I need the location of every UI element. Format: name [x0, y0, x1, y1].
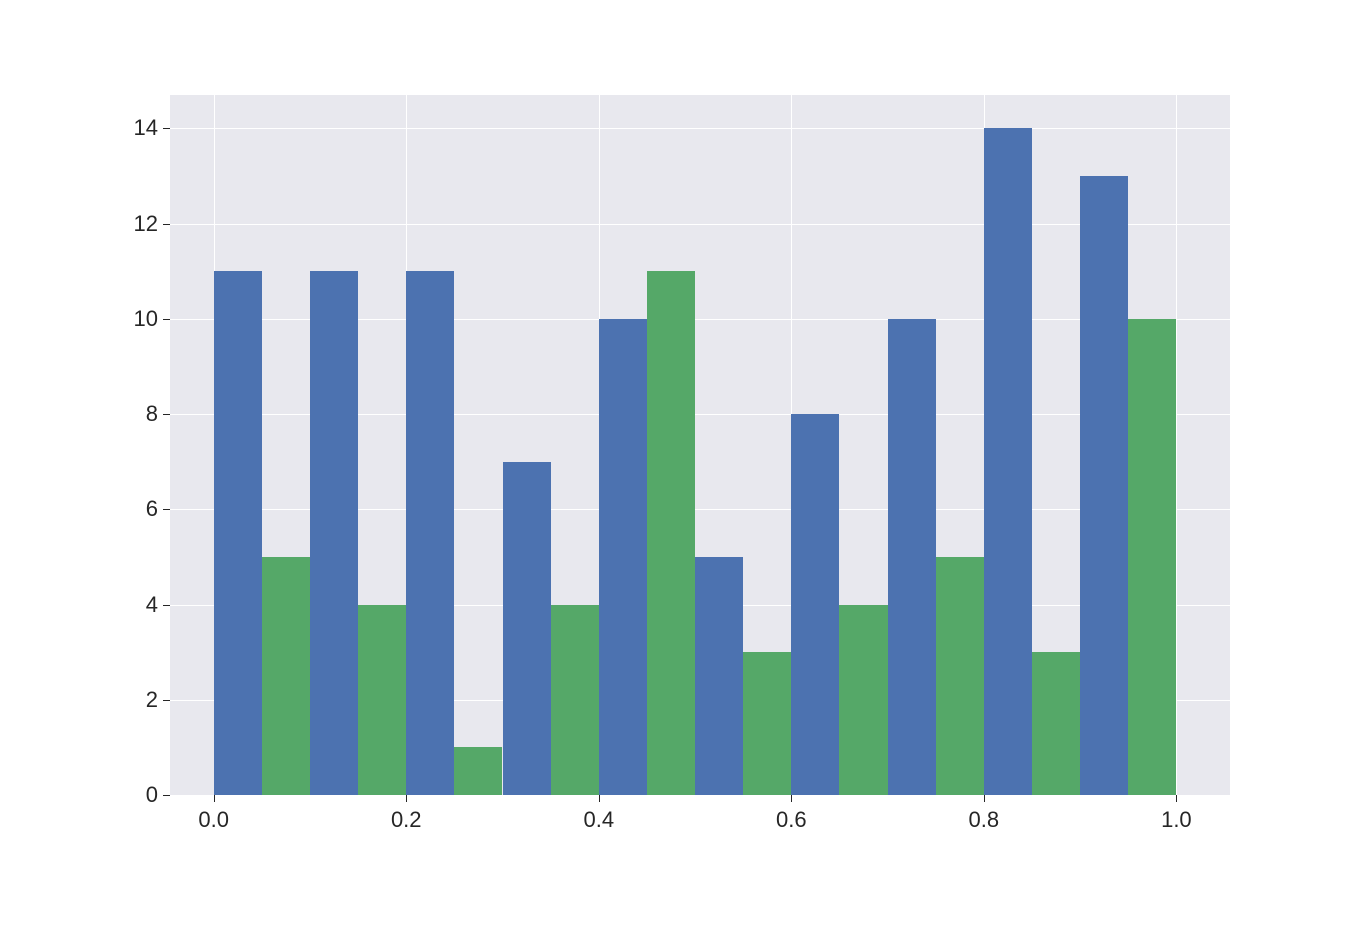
x-tick-label: 0.4: [583, 807, 614, 833]
bar-series1: [503, 462, 551, 795]
bar-series2: [743, 652, 791, 795]
x-tick-mark: [599, 795, 600, 802]
y-tick-mark: [163, 224, 170, 225]
x-tick-mark: [214, 795, 215, 802]
y-tick-mark: [163, 795, 170, 796]
chart-container: 024681012140.00.20.40.60.81.0: [170, 95, 1230, 795]
y-tick-label: 2: [146, 687, 158, 713]
y-tick-mark: [163, 319, 170, 320]
bar-series1: [214, 271, 262, 795]
bar-series1: [599, 319, 647, 795]
bar-series2: [551, 605, 599, 795]
y-tick-mark: [163, 414, 170, 415]
x-tick-mark: [984, 795, 985, 802]
x-tick-mark: [406, 795, 407, 802]
y-tick-label: 10: [134, 306, 158, 332]
y-tick-label: 0: [146, 782, 158, 808]
x-tick-label: 0.2: [391, 807, 422, 833]
y-tick-mark: [163, 605, 170, 606]
bar-series1: [1080, 176, 1128, 795]
bar-series1: [310, 271, 358, 795]
x-tick-mark: [791, 795, 792, 802]
x-tick-label: 0.8: [969, 807, 1000, 833]
bar-series1: [406, 271, 454, 795]
grid-line-h: [170, 224, 1230, 225]
y-tick-label: 14: [134, 115, 158, 141]
y-tick-label: 12: [134, 211, 158, 237]
bar-series2: [839, 605, 887, 795]
bar-series1: [791, 414, 839, 795]
y-tick-mark: [163, 700, 170, 701]
y-tick-label: 6: [146, 496, 158, 522]
x-tick-label: 0.0: [198, 807, 229, 833]
x-tick-label: 0.6: [776, 807, 807, 833]
y-tick-label: 8: [146, 401, 158, 427]
bar-series2: [1128, 319, 1176, 795]
x-tick-label: 1.0: [1161, 807, 1192, 833]
plot-area: 024681012140.00.20.40.60.81.0: [170, 95, 1230, 795]
y-tick-mark: [163, 128, 170, 129]
grid-line-h: [170, 795, 1230, 796]
bar-series2: [1032, 652, 1080, 795]
bar-series2: [936, 557, 984, 795]
y-tick-label: 4: [146, 592, 158, 618]
bar-series2: [647, 271, 695, 795]
x-tick-mark: [1176, 795, 1177, 802]
bar-series1: [888, 319, 936, 795]
y-tick-mark: [163, 509, 170, 510]
bar-series2: [358, 605, 406, 795]
grid-line-h: [170, 128, 1230, 129]
bar-series1: [695, 557, 743, 795]
bar-series2: [262, 557, 310, 795]
bar-series1: [984, 128, 1032, 795]
bar-series2: [454, 747, 502, 795]
grid-line-v: [1176, 95, 1177, 795]
